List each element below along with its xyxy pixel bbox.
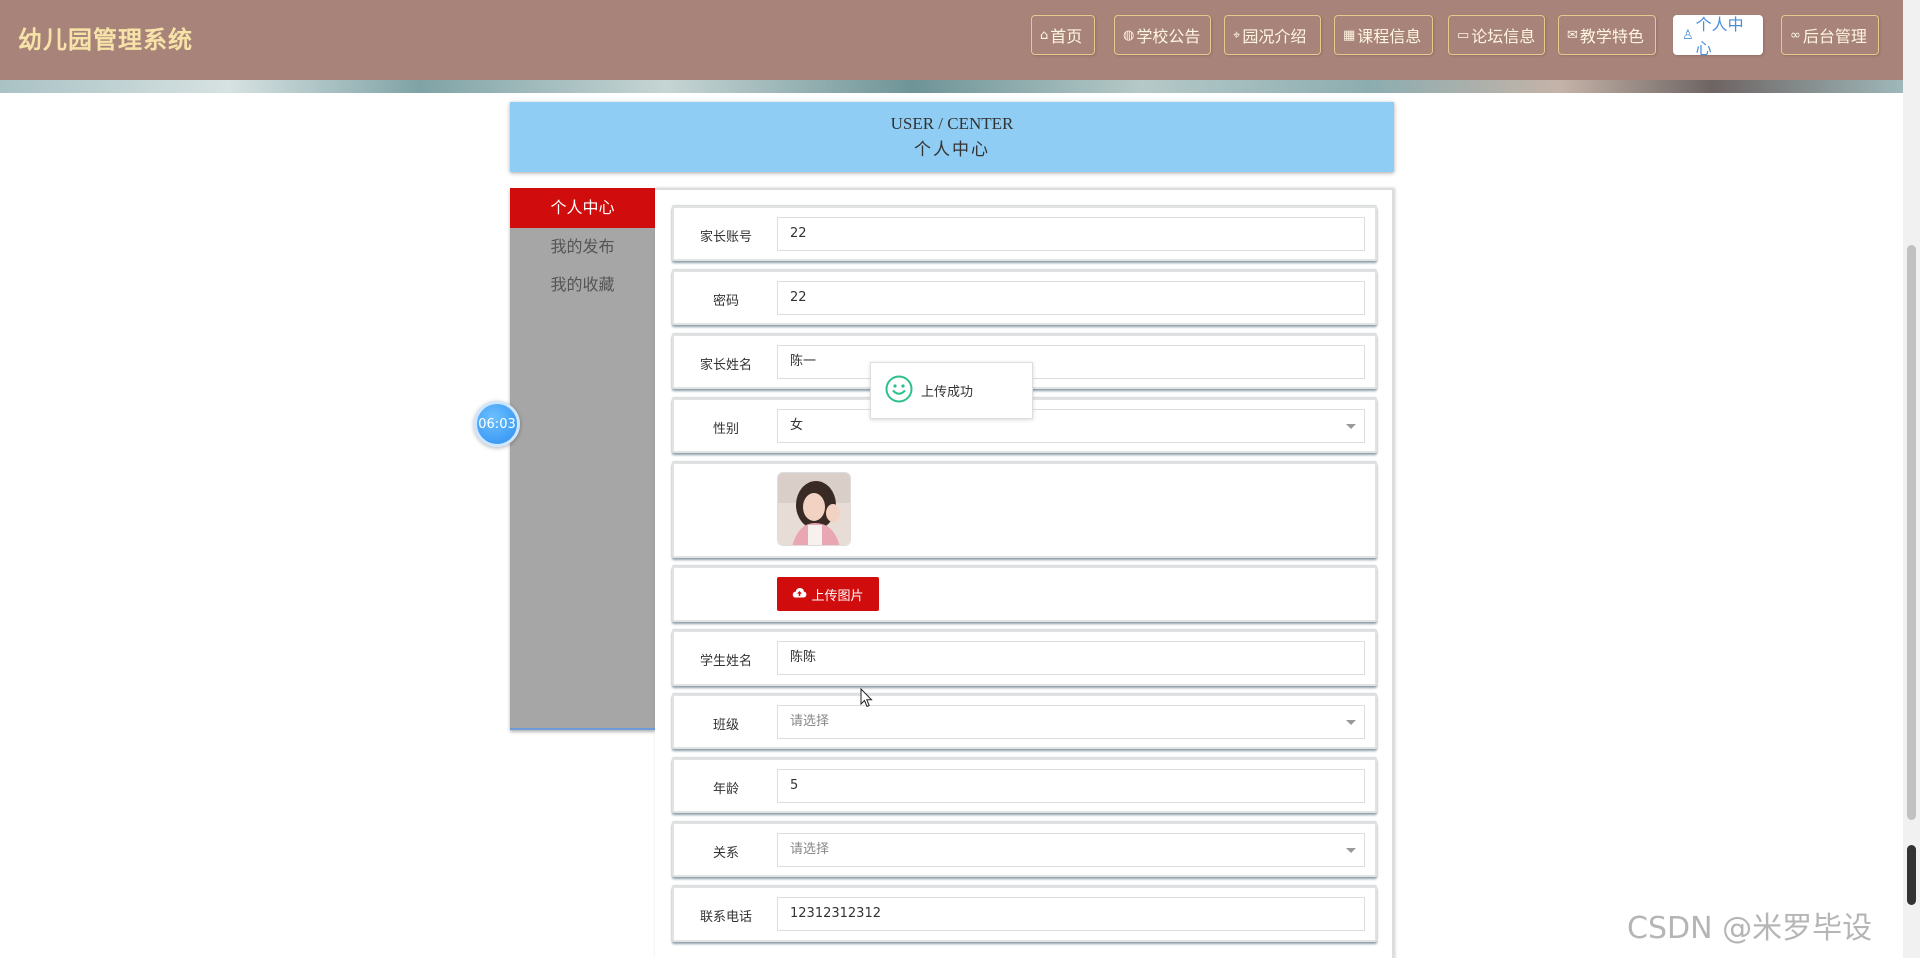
- password-input[interactable]: 22: [777, 281, 1365, 315]
- page-title-cn: 个人中心: [914, 140, 990, 159]
- parent-account-input[interactable]: 22: [777, 217, 1365, 251]
- student-name-input[interactable]: 陈陈: [777, 641, 1365, 675]
- nav-admin[interactable]: ∞ 后台管理: [1781, 15, 1879, 55]
- field-label: 家长姓名: [699, 358, 752, 373]
- field-label: 密码: [712, 294, 739, 309]
- nav-teaching[interactable]: ✉ 教学特色: [1558, 15, 1656, 55]
- success-toast: 上传成功: [870, 362, 1033, 419]
- nav-label: 教学特色: [1579, 27, 1644, 46]
- form-row-parent-account: 家长账号 22: [672, 206, 1377, 261]
- page-title-en: USER / CENTER: [890, 114, 1014, 133]
- tag-icon: ⌖: [1233, 27, 1241, 43]
- nav-user-center[interactable]: ♙ 个人中心: [1673, 15, 1763, 58]
- field-label: 班级: [712, 718, 739, 733]
- upload-image-button[interactable]: 上传图片: [777, 577, 879, 611]
- chevron-down-icon: [1346, 720, 1356, 725]
- age-input[interactable]: 5: [777, 769, 1365, 803]
- globe-icon: ◍: [1123, 27, 1135, 43]
- upload-label: 上传图片: [811, 588, 864, 604]
- nav-label: 个人中心: [1695, 15, 1744, 58]
- form-row-student-name: 学生姓名 陈陈: [672, 630, 1377, 686]
- timer-badge[interactable]: 06:03: [474, 401, 520, 447]
- form-row-relation: 关系 请选择: [672, 822, 1377, 877]
- sidebar-item-my-posts[interactable]: 我的发布: [510, 228, 655, 266]
- scrollbar-thumb[interactable]: [1907, 245, 1916, 820]
- form-row-upload: 上传图片: [672, 566, 1377, 622]
- sidebar-item-user-center[interactable]: 个人中心: [510, 188, 655, 228]
- top-navbar: 幼儿园管理系统 ⌂ 首页 ◍ 学校公告 ⌖ 园况介绍 ▦ 课程信息 ▭ 论坛信息…: [0, 0, 1903, 80]
- nav-label: 首页: [1050, 27, 1083, 46]
- nav-label: 后台管理: [1802, 27, 1867, 46]
- form-row-avatar: [672, 462, 1377, 558]
- nav-label: 论坛信息: [1471, 27, 1536, 46]
- nav-label: 学校公告: [1136, 27, 1201, 46]
- field-label: 年龄: [712, 782, 739, 797]
- nav-forum[interactable]: ▭ 论坛信息: [1448, 15, 1545, 55]
- page-scrollbar[interactable]: [1903, 0, 1920, 958]
- toast-message: 上传成功: [921, 385, 974, 400]
- nav-courses[interactable]: ▦ 课程信息: [1334, 15, 1433, 55]
- watermark: CSDN @米罗毕设: [1627, 911, 1873, 946]
- cloud-upload-icon: [792, 587, 807, 602]
- avatar-image: [777, 472, 851, 546]
- home-icon: ⌂: [1040, 27, 1049, 43]
- gender-value: 女: [790, 418, 804, 433]
- nav-label: 园况介绍: [1242, 27, 1307, 46]
- field-label: 家长账号: [699, 230, 752, 245]
- chevron-down-icon: [1346, 848, 1356, 853]
- field-label: 性别: [712, 422, 739, 437]
- field-label: 关系: [712, 846, 739, 861]
- banner-image-strip: [0, 80, 1903, 93]
- form-row-age: 年龄 5: [672, 758, 1377, 813]
- field-label: 联系电话: [699, 910, 752, 925]
- field-label: 学生姓名: [699, 654, 752, 669]
- scroll-indicator: [1907, 845, 1916, 905]
- form-row-class: 班级 请选择: [672, 694, 1377, 749]
- nav-home[interactable]: ⌂ 首页: [1031, 15, 1095, 55]
- book-icon: ▭: [1457, 27, 1470, 43]
- nav-label: 课程信息: [1357, 27, 1422, 46]
- sidebar: 个人中心 我的发布 我的收藏: [510, 188, 655, 730]
- parent-name-input[interactable]: 陈一: [777, 345, 1365, 379]
- relation-select[interactable]: 请选择: [777, 833, 1365, 867]
- mouse-cursor-icon: [860, 687, 874, 712]
- app-title: 幼儿园管理系统: [18, 26, 193, 54]
- link-icon: ∞: [1790, 27, 1801, 43]
- grid-icon: ▦: [1343, 27, 1356, 43]
- chevron-down-icon: [1346, 424, 1356, 429]
- class-placeholder: 请选择: [790, 714, 830, 729]
- relation-placeholder: 请选择: [790, 842, 830, 857]
- nav-school-intro[interactable]: ⌖ 园况介绍: [1224, 15, 1321, 55]
- form-row-password: 密码 22: [672, 270, 1377, 325]
- sidebar-item-my-favorites[interactable]: 我的收藏: [510, 266, 655, 304]
- phone-input[interactable]: 12312312312: [777, 897, 1365, 931]
- user-icon: ♙: [1682, 27, 1694, 43]
- page-title-box: USER / CENTER 个人中心: [510, 102, 1394, 172]
- mail-icon: ✉: [1567, 27, 1578, 43]
- nav-announcements[interactable]: ◍ 学校公告: [1114, 15, 1211, 55]
- form-row-phone: 联系电话 12312312312: [672, 886, 1377, 942]
- gender-select[interactable]: 女: [777, 409, 1365, 443]
- smile-icon: [885, 375, 913, 407]
